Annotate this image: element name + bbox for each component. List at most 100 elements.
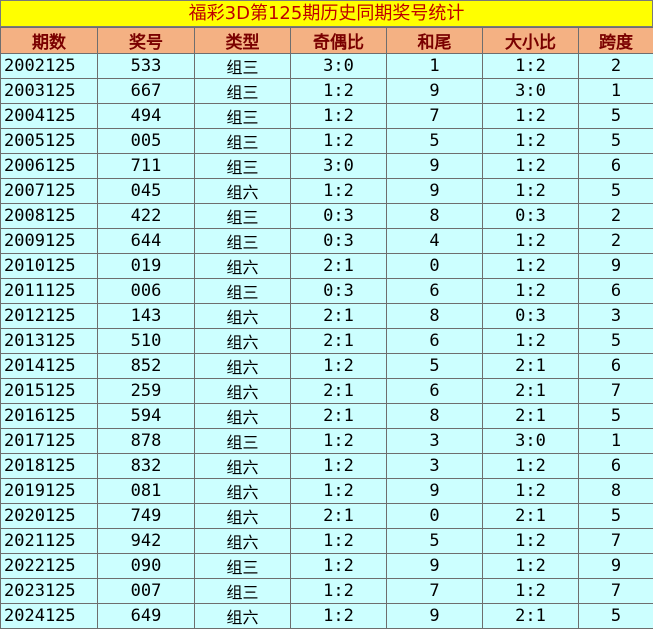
type-cell: 组三 — [195, 129, 291, 154]
header-row: 期数 奖号 类型 奇偶比 和尾 大小比 跨度 — [1, 28, 653, 54]
sum-tail-cell: 8 — [387, 204, 483, 229]
number-cell: 667 — [98, 79, 195, 104]
big-small-cell: 1:2 — [483, 254, 579, 279]
odd-even-cell: 1:2 — [291, 479, 387, 504]
span-cell: 1 — [579, 429, 653, 454]
period-cell: 2020125 — [1, 504, 98, 529]
odd-even-cell: 2:1 — [291, 379, 387, 404]
span-cell: 3 — [579, 304, 653, 329]
sum-tail-cell: 7 — [387, 104, 483, 129]
number-cell: 510 — [98, 329, 195, 354]
span-cell: 5 — [579, 329, 653, 354]
period-cell: 2024125 — [1, 604, 98, 629]
number-cell: 005 — [98, 129, 195, 154]
table-row: 2020125749组六2:102:15 — [1, 504, 653, 529]
sheet-title: 福彩3D第125期历史同期奖号统计 — [0, 0, 653, 27]
sum-tail-cell: 8 — [387, 304, 483, 329]
big-small-cell: 1:2 — [483, 579, 579, 604]
table-row: 2002125533组三3:011:22 — [1, 54, 653, 79]
span-cell: 8 — [579, 479, 653, 504]
odd-even-cell: 2:1 — [291, 329, 387, 354]
big-small-cell: 1:2 — [483, 229, 579, 254]
odd-even-cell: 1:2 — [291, 554, 387, 579]
col-header-span: 跨度 — [579, 28, 653, 54]
period-cell: 2012125 — [1, 304, 98, 329]
odd-even-cell: 2:1 — [291, 254, 387, 279]
span-cell: 6 — [579, 354, 653, 379]
sum-tail-cell: 6 — [387, 379, 483, 404]
sum-tail-cell: 9 — [387, 79, 483, 104]
type-cell: 组三 — [195, 554, 291, 579]
sum-tail-cell: 5 — [387, 529, 483, 554]
type-cell: 组六 — [195, 504, 291, 529]
sum-tail-cell: 8 — [387, 404, 483, 429]
period-cell: 2005125 — [1, 129, 98, 154]
period-cell: 2019125 — [1, 479, 98, 504]
type-cell: 组三 — [195, 279, 291, 304]
odd-even-cell: 0:3 — [291, 229, 387, 254]
table-row: 2015125259组六2:162:17 — [1, 379, 653, 404]
type-cell: 组六 — [195, 354, 291, 379]
sum-tail-cell: 9 — [387, 554, 483, 579]
big-small-cell: 2:1 — [483, 379, 579, 404]
sum-tail-cell: 3 — [387, 429, 483, 454]
type-cell: 组三 — [195, 229, 291, 254]
number-cell: 942 — [98, 529, 195, 554]
number-cell: 090 — [98, 554, 195, 579]
type-cell: 组三 — [195, 579, 291, 604]
big-small-cell: 2:1 — [483, 404, 579, 429]
table-row: 2011125006组三0:361:26 — [1, 279, 653, 304]
type-cell: 组三 — [195, 429, 291, 454]
big-small-cell: 1:2 — [483, 154, 579, 179]
odd-even-cell: 1:2 — [291, 129, 387, 154]
period-cell: 2013125 — [1, 329, 98, 354]
sum-tail-cell: 9 — [387, 154, 483, 179]
odd-even-cell: 3:0 — [291, 54, 387, 79]
sum-tail-cell: 6 — [387, 329, 483, 354]
type-cell: 组六 — [195, 404, 291, 429]
span-cell: 6 — [579, 454, 653, 479]
odd-even-cell: 1:2 — [291, 429, 387, 454]
big-small-cell: 2:1 — [483, 604, 579, 629]
type-cell: 组六 — [195, 529, 291, 554]
table-row: 2010125019组六2:101:29 — [1, 254, 653, 279]
table-row: 2019125081组六1:291:28 — [1, 479, 653, 504]
stats-table: 期数 奖号 类型 奇偶比 和尾 大小比 跨度 2002125533组三3:011… — [0, 27, 653, 629]
table-row: 2014125852组六1:252:16 — [1, 354, 653, 379]
period-cell: 2017125 — [1, 429, 98, 454]
span-cell: 7 — [579, 379, 653, 404]
col-header-sum-tail: 和尾 — [387, 28, 483, 54]
sum-tail-cell: 6 — [387, 279, 483, 304]
table-row: 2008125422组三0:380:32 — [1, 204, 653, 229]
span-cell: 5 — [579, 604, 653, 629]
table-row: 2017125878组三1:233:01 — [1, 429, 653, 454]
odd-even-cell: 2:1 — [291, 504, 387, 529]
table-row: 2005125005组三1:251:25 — [1, 129, 653, 154]
span-cell: 5 — [579, 404, 653, 429]
col-header-type: 类型 — [195, 28, 291, 54]
number-cell: 081 — [98, 479, 195, 504]
number-cell: 045 — [98, 179, 195, 204]
col-header-period: 期数 — [1, 28, 98, 54]
sum-tail-cell: 1 — [387, 54, 483, 79]
span-cell: 2 — [579, 54, 653, 79]
sum-tail-cell: 4 — [387, 229, 483, 254]
type-cell: 组六 — [195, 329, 291, 354]
big-small-cell: 0:3 — [483, 304, 579, 329]
odd-even-cell: 1:2 — [291, 604, 387, 629]
period-cell: 2007125 — [1, 179, 98, 204]
big-small-cell: 1:2 — [483, 129, 579, 154]
period-cell: 2008125 — [1, 204, 98, 229]
period-cell: 2021125 — [1, 529, 98, 554]
period-cell: 2003125 — [1, 79, 98, 104]
span-cell: 6 — [579, 154, 653, 179]
big-small-cell: 1:2 — [483, 179, 579, 204]
number-cell: 143 — [98, 304, 195, 329]
period-cell: 2016125 — [1, 404, 98, 429]
sum-tail-cell: 3 — [387, 454, 483, 479]
col-header-odd-even: 奇偶比 — [291, 28, 387, 54]
span-cell: 5 — [579, 504, 653, 529]
type-cell: 组三 — [195, 79, 291, 104]
number-cell: 019 — [98, 254, 195, 279]
big-small-cell: 1:2 — [483, 54, 579, 79]
